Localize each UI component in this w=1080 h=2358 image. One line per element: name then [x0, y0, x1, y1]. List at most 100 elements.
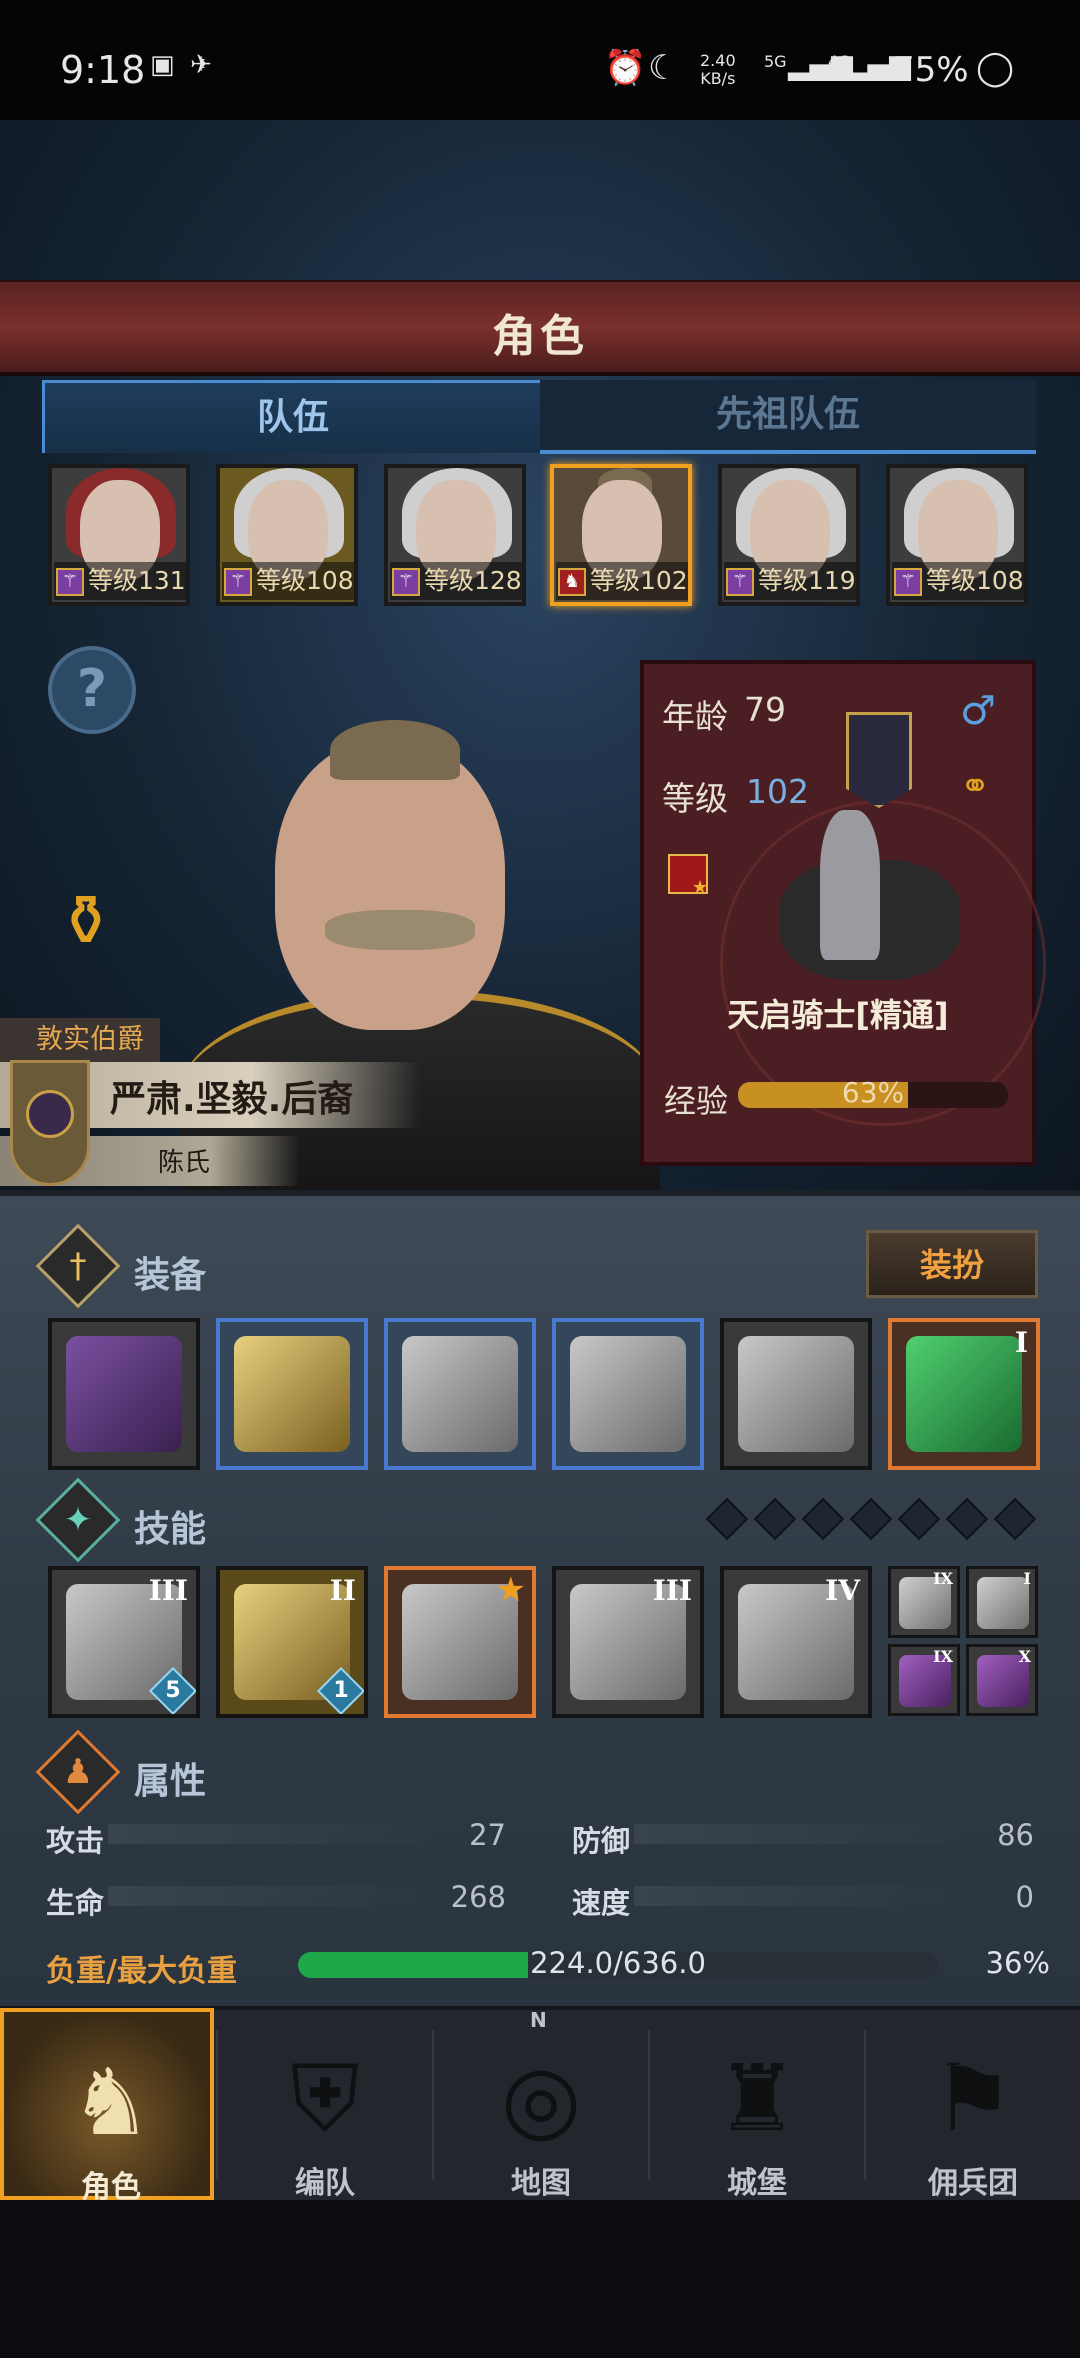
skill-slot-4[interactable]: III	[552, 1566, 704, 1718]
net-speed-unit: KB/s	[700, 69, 736, 88]
staff-class-icon: ⚚	[894, 568, 922, 596]
net-speed: 2.40 KB/s	[700, 52, 736, 88]
nav-mercenary[interactable]: ⚑ 佣兵团	[866, 2008, 1080, 2201]
hero-traits: 严肃.坚毅.后裔	[110, 1079, 354, 1120]
banner-weapon-icon	[66, 1336, 182, 1452]
alarm-icon: ⏰	[604, 48, 647, 88]
class-banner-icon	[846, 712, 912, 808]
knight-class-icon	[668, 854, 708, 898]
party-member-3[interactable]: 等级128 ⚚	[384, 464, 526, 606]
age-label: 年龄	[662, 697, 728, 736]
load-label: 负重/最大负重	[46, 1954, 237, 1989]
tab-team[interactable]: 队伍	[42, 380, 544, 453]
net-5g: 5G	[764, 52, 787, 71]
hp-bar	[108, 1886, 438, 1906]
net-speed-value: 2.40	[700, 51, 736, 70]
shield-icon	[234, 1336, 350, 1452]
dress-up-button[interactable]: 装扮	[866, 1230, 1038, 1298]
passive-skill-1[interactable]: IX	[888, 1566, 960, 1638]
attack-label: 攻击	[46, 1824, 105, 1858]
party-member-1[interactable]: 等级131 ⚚	[48, 464, 190, 606]
page-title: 角色	[492, 311, 588, 362]
tab-ancestor-team[interactable]: 先祖队伍	[540, 380, 1036, 454]
knight-class-icon: ♞	[558, 568, 586, 596]
equip-slot-weapon[interactable]	[48, 1318, 200, 1470]
speed-value: 0	[1015, 1880, 1034, 1914]
staff-class-icon: ⚚	[726, 568, 754, 596]
equip-slot-accessory[interactable]: I	[888, 1318, 1040, 1470]
defense-label: 防御	[572, 1824, 631, 1858]
status-bar: 9:18 ▣ ✈ ⏰ ☾ 2.40 KB/s 5G ▂▄▆ 4G ▂▄▆ 75%…	[0, 0, 1080, 120]
help-button[interactable]: ?	[48, 646, 136, 734]
speed-bar	[634, 1886, 964, 1906]
star-burst-icon: ✦	[63, 1500, 93, 1540]
rider-art	[820, 810, 880, 960]
knight-icon: ♞	[69, 2049, 153, 2156]
nav-label: 城堡	[727, 2166, 787, 2201]
nav-formation[interactable]: ⛨ 编队	[218, 2008, 432, 2201]
dagger-icon: †	[69, 1246, 87, 1286]
skill-tier: IX	[933, 1569, 953, 1588]
attack-bar	[108, 1824, 438, 1844]
party-member-4-selected[interactable]: 等级102 ♞	[550, 464, 692, 606]
equipment-title: 装备	[134, 1255, 207, 1296]
mohawk-art	[330, 720, 460, 780]
skill-tier: X	[1018, 1647, 1031, 1666]
skill-badge-number: 1	[333, 1678, 349, 1703]
page-header: 角色	[0, 280, 1080, 376]
hero-title: 敦实伯爵	[0, 1018, 160, 1062]
castle-icon: ♜	[715, 2045, 799, 2152]
defense-bar	[634, 1824, 964, 1844]
skill-slot-5[interactable]: IV	[720, 1566, 872, 1718]
staff-class-icon: ⚚	[224, 568, 252, 596]
armor-icon	[570, 1336, 686, 1452]
party-member-6[interactable]: 等级108 ⚚	[886, 464, 1028, 606]
attributes-title: 属性	[134, 1761, 207, 1802]
skill-tier: IV	[825, 1574, 860, 1607]
battery-text: 75%	[893, 50, 969, 90]
skill-slot-1[interactable]: III 5	[48, 1566, 200, 1718]
hp-label: 生命	[46, 1886, 105, 1920]
equip-slot-armor[interactable]	[552, 1318, 704, 1470]
hero-family: 陈氏	[158, 1148, 211, 1178]
hp-value: 268	[450, 1880, 506, 1914]
drone-icon: ✈	[190, 50, 212, 80]
party-member-5[interactable]: 等级119 ⚚	[718, 464, 860, 606]
potion-button[interactable]: ⚱	[46, 876, 126, 966]
passive-skill-4[interactable]: X	[966, 1644, 1038, 1716]
compass-icon: ◎	[500, 2045, 582, 2152]
nav-label: 地图	[511, 2166, 571, 2201]
tier-label: I	[1014, 1326, 1028, 1359]
helmet-icon: ⛨	[290, 2045, 360, 2152]
helmet-icon	[402, 1336, 518, 1452]
passive-skill-2[interactable]: I	[966, 1566, 1038, 1638]
age-value: 79	[744, 690, 786, 729]
moon-icon: ☾	[648, 48, 679, 88]
party-member-2[interactable]: 等级108 ⚚	[216, 464, 358, 606]
equip-slot-boots[interactable]	[720, 1318, 872, 1470]
equip-slot-helmet[interactable]	[384, 1318, 536, 1470]
attack-value: 27	[469, 1818, 506, 1852]
load-percent: 36%	[985, 1946, 1050, 1980]
skill-slot-2[interactable]: II 1	[216, 1566, 368, 1718]
staff-class-icon: ⚚	[392, 568, 420, 596]
staff-class-icon: ⚚	[56, 568, 84, 596]
nav-map[interactable]: ◎ 地图	[434, 2008, 648, 2201]
skill-tier: III	[652, 1574, 692, 1607]
passive-skill-3[interactable]: IX	[888, 1644, 960, 1716]
level-label: 等级	[662, 779, 728, 818]
nav-castle[interactable]: ♜ 城堡	[650, 2008, 864, 2201]
mustache-art	[325, 910, 475, 950]
skill-tier: IX	[933, 1647, 953, 1666]
boots-icon	[738, 1336, 854, 1452]
sun-emblem-icon	[26, 1090, 74, 1138]
person-icon: ♟	[62, 1752, 94, 1792]
compass-north: N	[530, 2008, 547, 2032]
equip-slot-shield[interactable]	[216, 1318, 368, 1470]
nav-label: 编队	[295, 2166, 355, 2201]
skill-slot-3[interactable]: ★	[384, 1566, 536, 1718]
skill-tier: III	[148, 1574, 188, 1607]
exp-text: 63%	[841, 1076, 905, 1109]
nav-character[interactable]: ♞ 角色	[0, 2008, 214, 2205]
skill-tier: II	[329, 1574, 356, 1607]
